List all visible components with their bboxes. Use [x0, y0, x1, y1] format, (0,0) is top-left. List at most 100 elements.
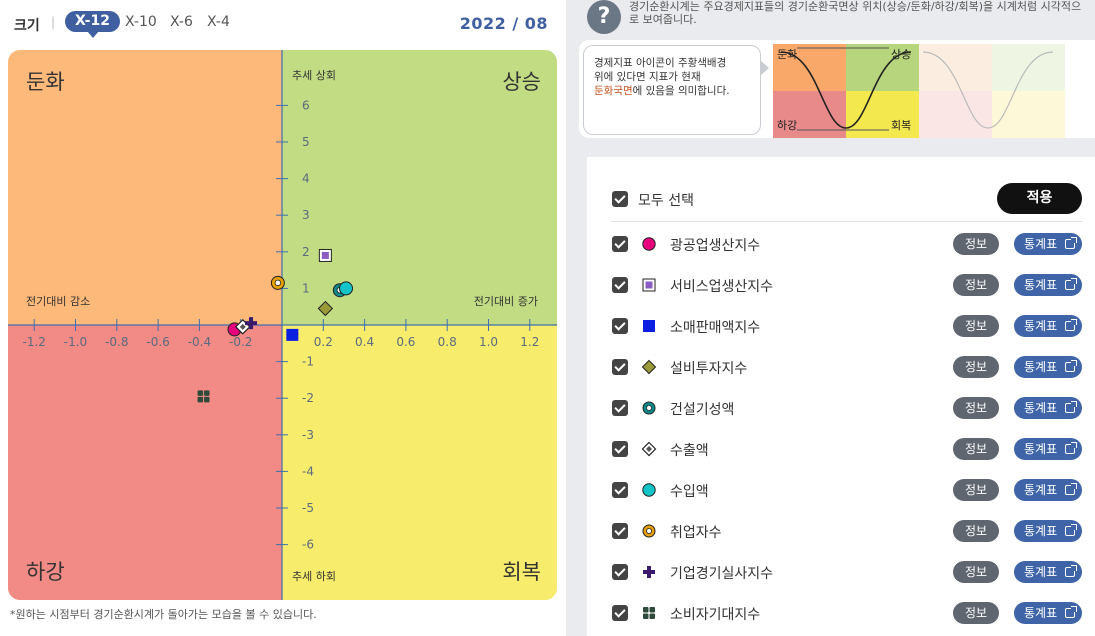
info-button[interactable]: 정보: [953, 438, 999, 460]
indicator-label: 서비스업생산지수: [670, 279, 774, 295]
external-link-icon: [1065, 360, 1077, 372]
bubble-highlight: 둔화국면: [594, 85, 633, 97]
indicator-row: 건설기성액 정보 통계표: [611, 394, 1083, 422]
stat-table-button[interactable]: 통계표: [1014, 274, 1082, 296]
indicator-checkbox[interactable]: [612, 318, 628, 334]
info-button[interactable]: 정보: [953, 274, 999, 296]
indicator-row: 소매판매액지수 정보 통계표: [611, 312, 1083, 340]
diagram-faded-cell-1: [919, 44, 992, 91]
stat-table-button[interactable]: 통계표: [1014, 561, 1082, 583]
zoom-option-x10[interactable]: X-10: [125, 14, 157, 30]
external-link-icon: [1065, 319, 1077, 331]
x-tick-label: 0.4: [355, 335, 374, 349]
indicator-row: 광공업생산지수 정보 통계표: [611, 230, 1083, 258]
x-tick-label: -0.6: [146, 335, 169, 349]
stat-table-button[interactable]: 통계표: [1014, 397, 1082, 419]
stat-table-label: 통계표: [1024, 524, 1058, 538]
y-tick-label: 5: [302, 135, 310, 149]
stat-table-button[interactable]: 통계표: [1014, 315, 1082, 337]
x-tick-label: 0.2: [314, 335, 333, 349]
stat-table-button[interactable]: 통계표: [1014, 438, 1082, 460]
indicator-row: 소비자기대지수 정보 통계표: [611, 599, 1083, 627]
marker-shape: [286, 328, 299, 341]
stat-table-label: 통계표: [1024, 278, 1058, 292]
indicator-marker-icon: [641, 359, 657, 375]
indicator-row: 서비스업생산지수 정보 통계표: [611, 271, 1083, 299]
zoom-option-x4[interactable]: X-4: [207, 14, 230, 30]
info-button[interactable]: 정보: [953, 397, 999, 419]
y-tick-label: -6: [302, 538, 314, 552]
indicator-marker-icon: [641, 400, 657, 416]
indicator-row: 기업경기실사지수 정보 통계표: [611, 558, 1083, 586]
x-tick-label: -0.4: [188, 335, 211, 349]
x-tick-label: -1.2: [22, 335, 45, 349]
zoom-option-x12[interactable]: X-12: [65, 11, 120, 38]
indicator-marker-icon: [641, 441, 657, 457]
external-link-icon: [1065, 606, 1077, 618]
x-tick-label: 0.6: [396, 335, 415, 349]
size-label: 크기: [14, 18, 40, 34]
external-link-icon: [1065, 565, 1077, 577]
indicator-label: 수출액: [670, 443, 709, 459]
stat-table-button[interactable]: 통계표: [1014, 520, 1082, 542]
indicator-marker-icon: [641, 564, 657, 580]
indicator-checkbox[interactable]: [612, 605, 628, 621]
indicator-checkbox[interactable]: [612, 523, 628, 539]
y-tick-label: -5: [302, 501, 314, 515]
stat-table-button[interactable]: 통계표: [1014, 356, 1082, 378]
y-tick-label: 1: [302, 281, 310, 295]
info-button[interactable]: 정보: [953, 602, 999, 624]
data-point: [339, 281, 354, 296]
data-point: [286, 328, 299, 341]
y-tick-label: 2: [302, 245, 310, 259]
indicator-checkbox[interactable]: [612, 359, 628, 375]
indicator-list-card: 모두 선택 적용 광공업생산지수 정보 통계표 서비스업생산지수 정보 통계표 소매판매액지…: [587, 157, 1095, 636]
x-tick-label: -1.0: [64, 335, 87, 349]
select-all-checkbox[interactable]: [612, 191, 628, 207]
diagram-label-decline: 하강: [777, 118, 797, 132]
y-tick-label: 4: [302, 172, 310, 186]
diagram-label-recovery: 회복: [891, 119, 911, 132]
data-point: [317, 300, 334, 317]
x-tick-label: 0.8: [438, 335, 457, 349]
indicator-checkbox[interactable]: [612, 277, 628, 293]
external-link-icon: [1065, 401, 1077, 413]
stat-table-label: 통계표: [1024, 319, 1058, 333]
indicator-checkbox[interactable]: [612, 236, 628, 252]
indicator-label: 소비자기대지수: [670, 607, 761, 623]
y-tick-label: -3: [302, 428, 314, 442]
marker-inner: [321, 251, 329, 259]
reference-date: 2022 / 08: [459, 14, 548, 33]
info-button[interactable]: 정보: [953, 520, 999, 542]
indicator-checkbox[interactable]: [612, 441, 628, 457]
marker-shape: [339, 281, 354, 296]
info-button[interactable]: 정보: [953, 315, 999, 337]
marker-cell: [197, 396, 204, 403]
info-button[interactable]: 정보: [953, 561, 999, 583]
diagram-label-slowdown: 둔화: [777, 48, 797, 61]
indicator-checkbox[interactable]: [612, 400, 628, 416]
y-tick-label: -1: [302, 355, 314, 369]
stat-table-button[interactable]: 통계표: [1014, 233, 1082, 255]
apply-button[interactable]: 적용: [997, 183, 1082, 214]
indicator-checkbox[interactable]: [612, 482, 628, 498]
marker-shape: [317, 300, 334, 317]
indicator-checkbox[interactable]: [612, 564, 628, 580]
x-axis-right-label: 전기대비 증가: [474, 295, 538, 308]
zoom-option-x6[interactable]: X-6: [170, 14, 193, 30]
x-axis-left-label: 전기대비 감소: [26, 295, 90, 308]
stat-table-label: 통계표: [1024, 442, 1058, 456]
stat-table-label: 통계표: [1024, 565, 1058, 579]
stat-table-button[interactable]: 통계표: [1014, 479, 1082, 501]
bubble-tail: 에 있음을 의미합니다.: [632, 85, 730, 97]
help-description: 경기순환시계는 주요경제지표들의 경기순환국면상 위치(상승/둔화/하강/회복)…: [629, 0, 1082, 26]
stat-table-label: 통계표: [1024, 606, 1058, 620]
stat-table-button[interactable]: 통계표: [1014, 602, 1082, 624]
external-link-icon: [1065, 483, 1077, 495]
info-button[interactable]: 정보: [953, 356, 999, 378]
question-icon: ?: [587, 0, 621, 34]
info-button[interactable]: 정보: [953, 233, 999, 255]
info-button[interactable]: 정보: [953, 479, 999, 501]
stat-table-label: 통계표: [1024, 401, 1058, 415]
indicator-label: 광공업생산지수: [670, 238, 761, 254]
